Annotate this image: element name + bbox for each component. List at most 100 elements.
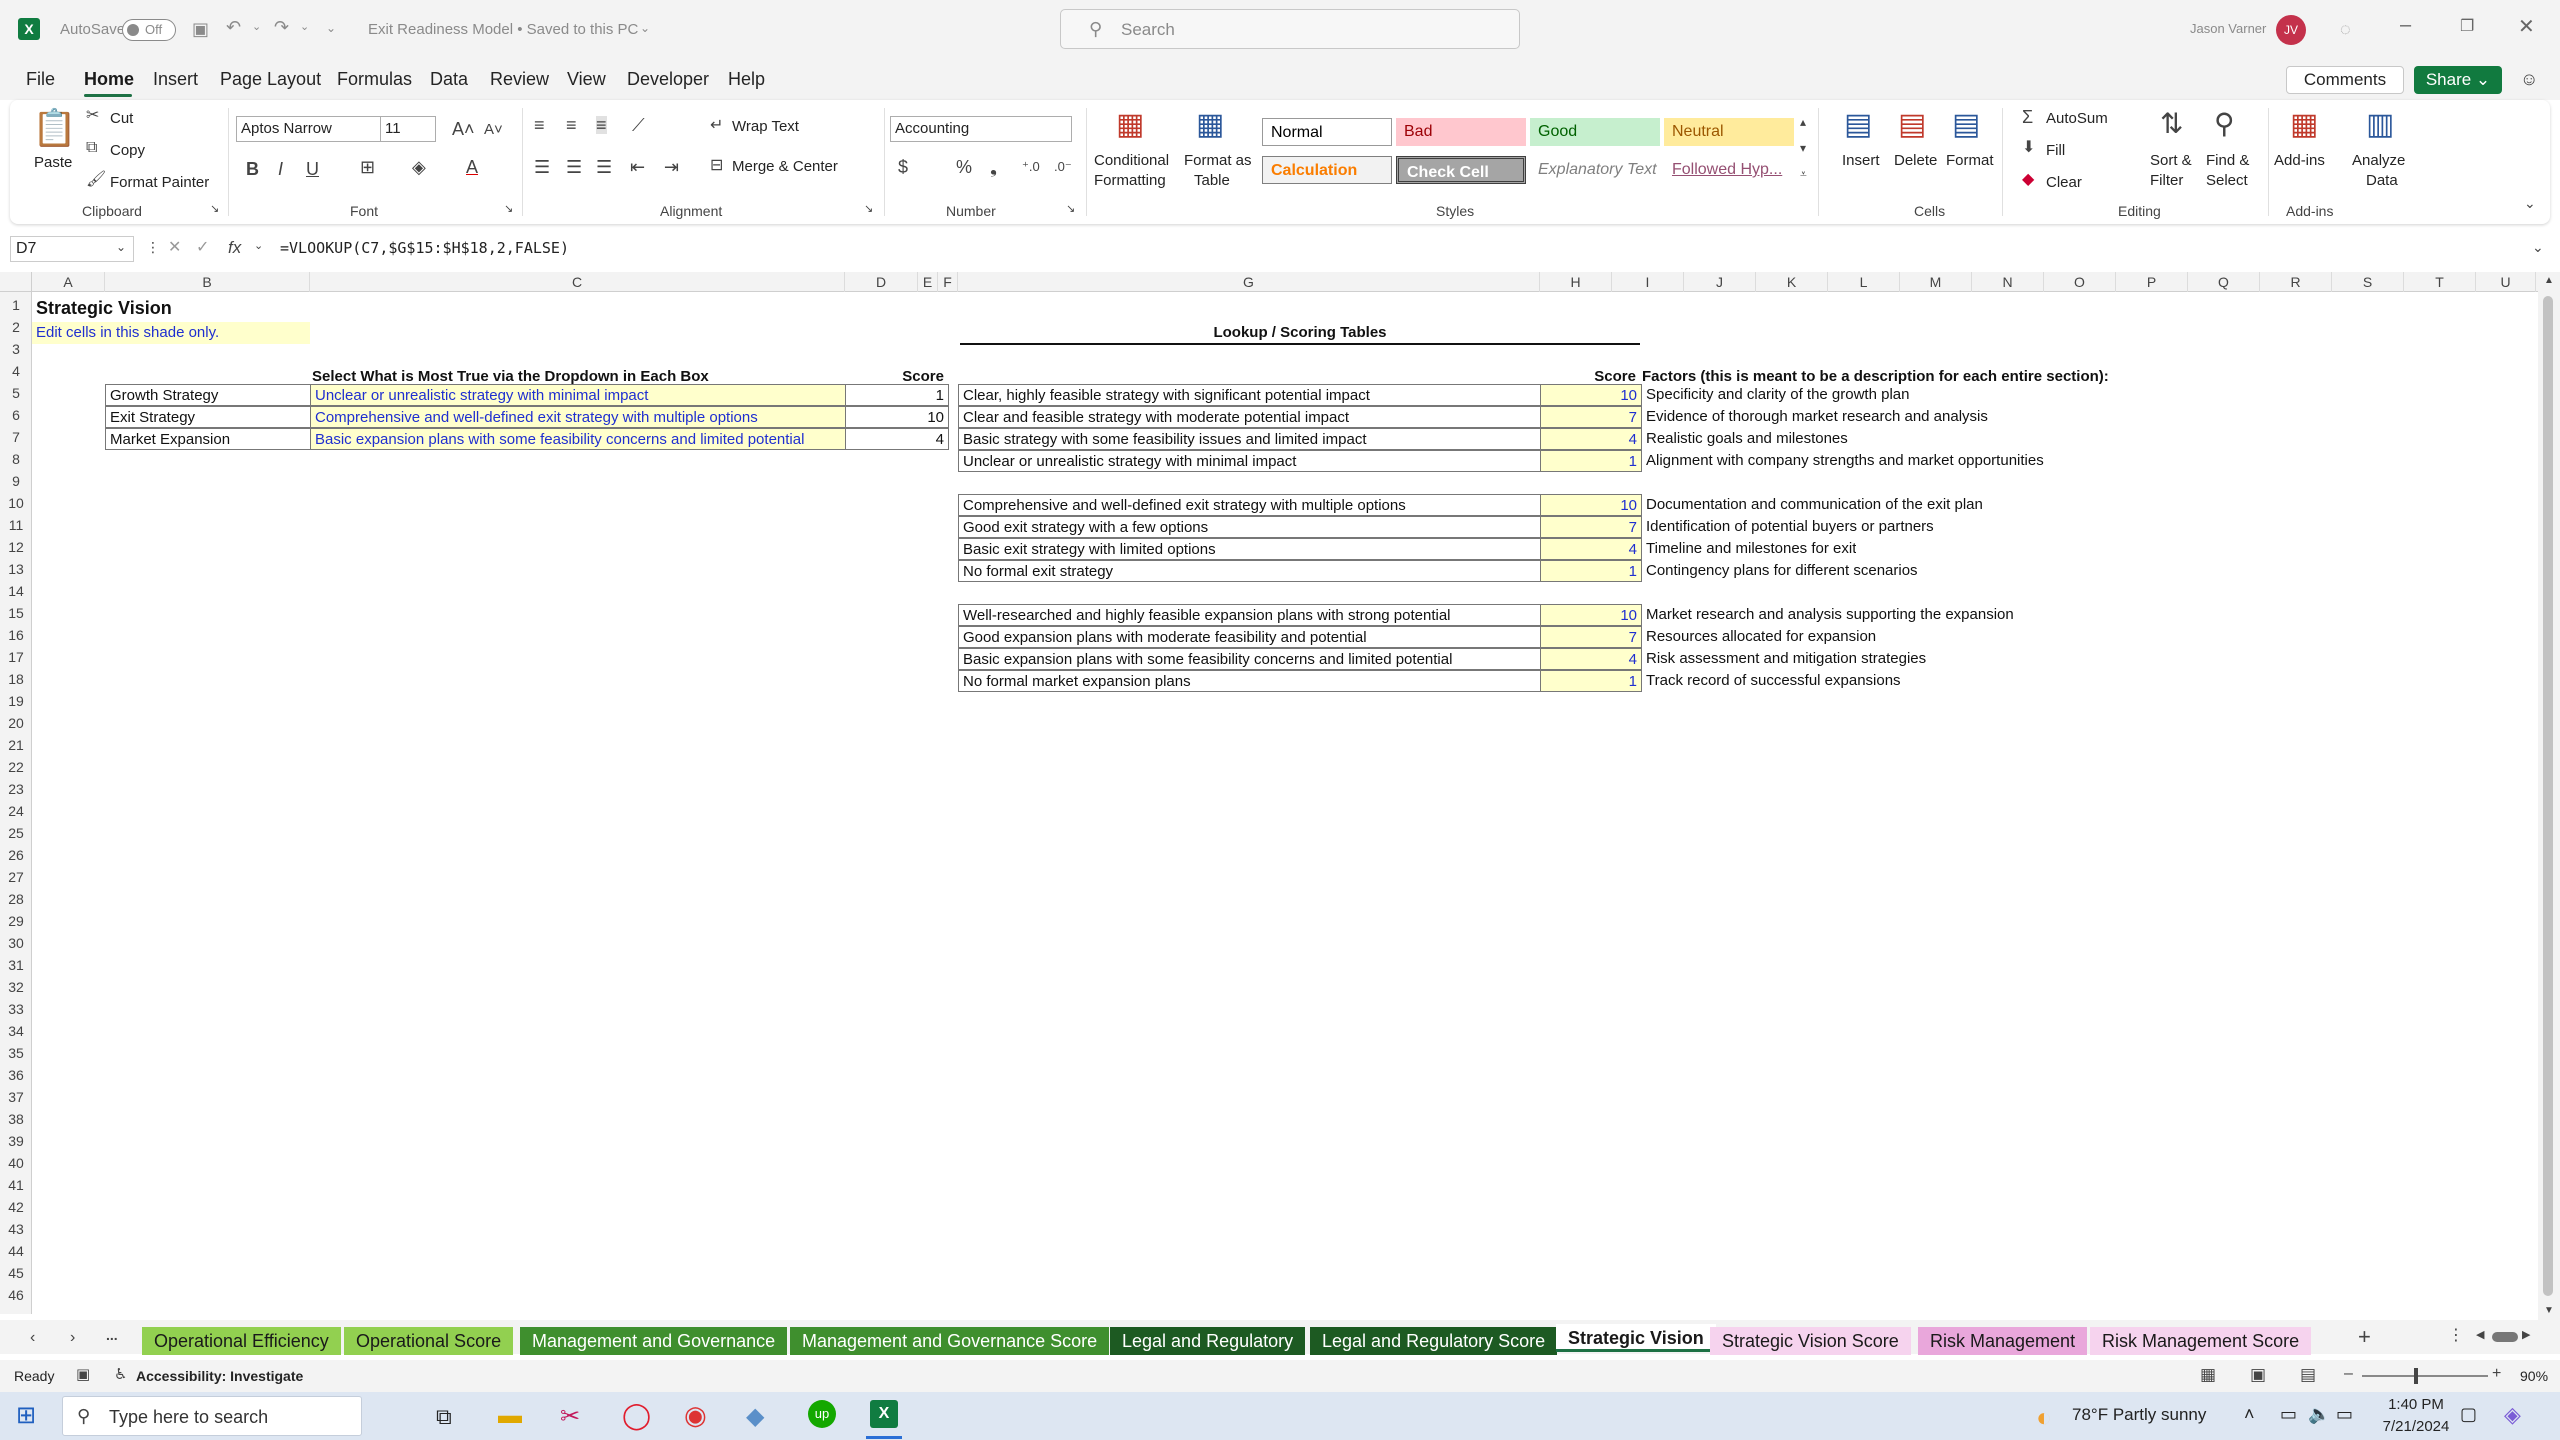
network-icon[interactable]: ▭ [2280, 1404, 2297, 1425]
column-header[interactable]: O [2044, 272, 2116, 292]
factor-text[interactable]: Specificity and clarity of the growth pl… [1642, 384, 1909, 406]
column-header[interactable]: D [845, 272, 918, 292]
factor-text[interactable]: Timeline and milestones for exit [1642, 538, 1856, 560]
row-header[interactable]: 46 [0, 1284, 32, 1306]
row-header[interactable]: 9 [0, 470, 32, 492]
lightbulb-icon[interactable]: ◌ [2340, 20, 2351, 38]
vertical-scrollbar[interactable]: ▲ ▼ [2538, 272, 2560, 1322]
insert-cells-button[interactable]: Insert [1842, 152, 1880, 169]
sheet-title[interactable]: Strategic Vision [36, 296, 172, 320]
style-check-cell[interactable]: Check Cell [1396, 156, 1526, 184]
enter-icon[interactable]: ✓ [196, 240, 209, 256]
row-header[interactable]: 5 [0, 382, 32, 404]
factor-text[interactable]: Track record of successful expansions [1642, 670, 1901, 692]
row-header[interactable]: 31 [0, 954, 32, 976]
merge-center-button[interactable]: Merge & Center [732, 158, 838, 175]
sheet-tab[interactable]: Strategic Vision Score [1710, 1327, 1911, 1355]
row-header[interactable]: 2 [0, 316, 32, 338]
align-center-icon[interactable]: ☰ [566, 158, 582, 176]
row-header[interactable]: 13 [0, 558, 32, 580]
row-header[interactable]: 20 [0, 712, 32, 734]
sort-filter-button[interactable]: Sort & [2150, 152, 2192, 169]
lookup-score[interactable]: 7 [1540, 516, 1642, 538]
selection-dropdown[interactable]: Unclear or unrealistic strategy with min… [310, 384, 846, 406]
decrease-indent-icon[interactable]: ⇤ [630, 158, 645, 176]
menu-help[interactable]: Help [728, 69, 765, 90]
paste-icon[interactable]: 📋 [32, 110, 77, 146]
row-header[interactable]: 35 [0, 1042, 32, 1064]
fill-color-icon[interactable]: ◈ [412, 158, 426, 176]
row-header[interactable]: 29 [0, 910, 32, 932]
volume-icon[interactable]: 🔈 [2308, 1404, 2330, 1425]
formula-input[interactable]: =VLOOKUP(C7,$G$15:$H$18,2,FALSE) [280, 239, 569, 257]
row-header[interactable]: 12 [0, 536, 32, 558]
factor-text[interactable]: Identification of potential buyers or pa… [1642, 516, 1934, 538]
column-header[interactable]: E [918, 272, 938, 292]
style-neutral[interactable]: Neutral [1664, 118, 1794, 146]
font-color-icon[interactable]: A [466, 158, 478, 176]
h-scroll-thumb[interactable] [2492, 1332, 2518, 1342]
row-header[interactable]: 16 [0, 624, 32, 646]
copilot-icon[interactable]: ◈ [2504, 1402, 2521, 1428]
avatar[interactable]: JV [2276, 15, 2306, 45]
column-header[interactable]: H [1540, 272, 1612, 292]
snipping-tool-icon[interactable]: ✂ [560, 1402, 580, 1431]
zoom-slider[interactable] [2362, 1375, 2488, 1377]
column-header[interactable]: F [938, 272, 958, 292]
comments-button[interactable]: Comments [2286, 66, 2404, 94]
collapse-ribbon-icon[interactable]: ⌄ [2524, 196, 2536, 210]
tab-options-icon[interactable]: ⋮ [2448, 1328, 2464, 1344]
menu-data[interactable]: Data [430, 69, 468, 90]
wrap-text-button[interactable]: Wrap Text [732, 118, 799, 135]
autosave-toggle[interactable]: Off [122, 19, 176, 41]
redo-icon[interactable]: ↷ [274, 18, 289, 36]
align-left-icon[interactable]: ☰ [534, 158, 550, 176]
sheet-tab[interactable]: Operational Efficiency [142, 1327, 341, 1355]
format-as-table-button[interactable]: Format as [1184, 152, 1252, 169]
insert-function-icon[interactable]: fx [228, 239, 241, 256]
lookup-score[interactable]: 1 [1540, 560, 1642, 582]
align-bottom-icon[interactable]: ≡ [596, 116, 607, 134]
row-header[interactable]: 11 [0, 514, 32, 536]
row-header[interactable]: 28 [0, 888, 32, 910]
selection-score[interactable]: 10 [845, 406, 949, 428]
style-good[interactable]: Good [1530, 118, 1660, 146]
display-icon[interactable]: ▭ [2336, 1404, 2353, 1425]
increase-font-icon[interactable]: A˄ [452, 120, 475, 138]
style-explanatory[interactable]: Explanatory Text [1530, 156, 1660, 184]
column-header[interactable]: C [310, 272, 845, 292]
row-header[interactable]: 40 [0, 1152, 32, 1174]
align-right-icon[interactable]: ☰ [596, 158, 612, 176]
document-title[interactable]: Exit Readiness Model • Saved to this PC [368, 21, 638, 38]
align-middle-icon[interactable]: ≡ [566, 116, 577, 134]
fx-dropdown-icon[interactable]: ⌄ [254, 241, 263, 252]
row-header[interactable]: 10 [0, 492, 32, 514]
lookup-score[interactable]: 4 [1540, 538, 1642, 560]
sheet-tab[interactable]: Management and Governance Score [790, 1327, 1110, 1355]
decrease-decimal-icon[interactable]: .0⁻ [1054, 160, 1072, 173]
row-header[interactable]: 39 [0, 1130, 32, 1152]
zoom-level[interactable]: 90% [2520, 1368, 2548, 1384]
lookup-option[interactable]: Well-researched and highly feasible expa… [958, 604, 1542, 626]
taskbar-date[interactable]: 7/21/2024 [2376, 1418, 2456, 1435]
font-launcher-icon[interactable]: ↘ [504, 204, 513, 215]
column-header[interactable]: K [1756, 272, 1828, 292]
conditional-formatting-button[interactable]: Conditional [1094, 152, 1169, 169]
column-header[interactable]: R [2260, 272, 2332, 292]
styles-more-icon[interactable]: ⩡ [1800, 168, 1807, 180]
sheet-tab[interactable]: Risk Management Score [2090, 1327, 2312, 1355]
column-header[interactable]: S [2332, 272, 2404, 292]
align-top-icon[interactable]: ≡ [534, 116, 545, 134]
addins-button[interactable]: Add-ins [2274, 152, 2325, 169]
page-break-view-icon[interactable]: ▤ [2300, 1366, 2316, 1383]
accessibility-icon[interactable]: ♿ [114, 1367, 127, 1382]
number-launcher-icon[interactable]: ↘ [1066, 204, 1075, 215]
row-header[interactable]: 3 [0, 338, 32, 360]
style-calculation[interactable]: Calculation [1262, 156, 1392, 184]
macro-record-icon[interactable]: ▣ [76, 1367, 90, 1382]
row-header[interactable]: 21 [0, 734, 32, 756]
copy-button[interactable]: Copy [110, 142, 145, 159]
row-header[interactable]: 45 [0, 1262, 32, 1284]
borders-icon[interactable]: ⊞ [360, 158, 375, 176]
feedback-icon[interactable]: ☺ [2520, 70, 2538, 88]
